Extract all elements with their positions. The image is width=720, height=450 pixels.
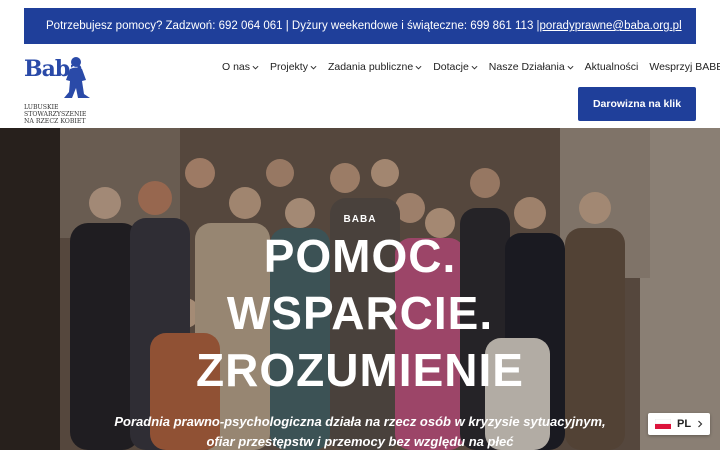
hero-subtitle-line: Poradnia prawno-psychologiczna działa na… bbox=[114, 414, 606, 429]
hero-subtitle-line: ofiar przestępstw i przemocy bez względu… bbox=[206, 434, 514, 449]
donate-button[interactable]: Darowizna na klik bbox=[578, 87, 696, 121]
hero-section: BABA POMOC. WSPARCIE. ZROZUMIENIE Poradn… bbox=[0, 128, 720, 450]
email-link[interactable]: poradyprawne@baba.org.pl bbox=[540, 20, 682, 32]
nav-item-dotacje[interactable]: Dotacje bbox=[433, 61, 478, 73]
site-header: Baba LUBUSKIE STOWARZYSZENIE NA RZECZ KO… bbox=[0, 44, 720, 128]
hero-title-line: ZROZUMIENIE bbox=[196, 344, 524, 396]
logo-subtitle: LUBUSKIE STOWARZYSZENIE NA RZECZ KOBIET bbox=[24, 104, 104, 126]
poland-flag-icon bbox=[655, 419, 671, 429]
nav-item-label: O nas bbox=[222, 61, 251, 73]
chevron-down-icon bbox=[471, 65, 478, 70]
nav-item-zadania-publiczne[interactable]: Zadania publiczne bbox=[328, 61, 422, 73]
logo-subtitle-line: NA RZECZ KOBIET bbox=[24, 118, 86, 126]
hero-title: POMOC. WSPARCIE. ZROZUMIENIE bbox=[0, 228, 720, 399]
nav-item-label: Aktualności bbox=[584, 61, 639, 73]
top-contact-bar: Potrzebujesz pomocy? Zadzwoń: 692 064 06… bbox=[24, 8, 696, 44]
site-logo[interactable]: Baba LUBUSKIE STOWARZYSZENIE NA RZECZ KO… bbox=[24, 56, 96, 125]
chevron-down-icon bbox=[567, 65, 574, 70]
logo-subtitle-line: LUBUSKIE bbox=[24, 104, 59, 111]
nav-item-label: Nasze Działania bbox=[488, 61, 565, 73]
nav-item-wesprzyj-babe[interactable]: Wesprzyj BABĘ bbox=[649, 61, 720, 73]
nav-item-nasze-dzialania[interactable]: Nasze Działania bbox=[489, 61, 574, 73]
nav-item-label: Projekty bbox=[270, 61, 308, 73]
chevron-down-icon bbox=[252, 65, 259, 70]
chevron-down-icon bbox=[415, 65, 422, 70]
nav-item-label: Wesprzyj BABĘ bbox=[649, 61, 720, 73]
hero-title-line: POMOC. bbox=[263, 230, 457, 282]
nav-item-label: Zadania publiczne bbox=[327, 61, 414, 73]
chevron-right-icon bbox=[698, 420, 703, 428]
main-navigation: O nas Projekty Zadania publiczne Dotacje… bbox=[222, 61, 720, 73]
nav-item-projekty[interactable]: Projekty bbox=[270, 61, 317, 73]
woman-silhouette-icon bbox=[64, 57, 90, 98]
hero-kicker: BABA bbox=[343, 214, 377, 225]
chevron-down-icon bbox=[310, 65, 317, 70]
contact-text: Potrzebujesz pomocy? Zadzwoń: 692 064 06… bbox=[46, 20, 540, 32]
nav-item-label: Dotacje bbox=[433, 61, 469, 73]
logo-subtitle-line: STOWARZYSZENIE bbox=[24, 111, 87, 119]
nav-item-o-nas[interactable]: O nas bbox=[222, 61, 259, 73]
page: Potrzebujesz pomocy? Zadzwoń: 692 064 06… bbox=[0, 0, 720, 450]
nav-item-aktualnosci[interactable]: Aktualności bbox=[585, 61, 639, 73]
hero-subtitle: Poradnia prawno-psychologiczna działa na… bbox=[80, 412, 640, 450]
language-switcher[interactable]: PL bbox=[648, 413, 710, 435]
hero-title-line: WSPARCIE. bbox=[226, 287, 494, 339]
language-code: PL bbox=[677, 418, 692, 430]
